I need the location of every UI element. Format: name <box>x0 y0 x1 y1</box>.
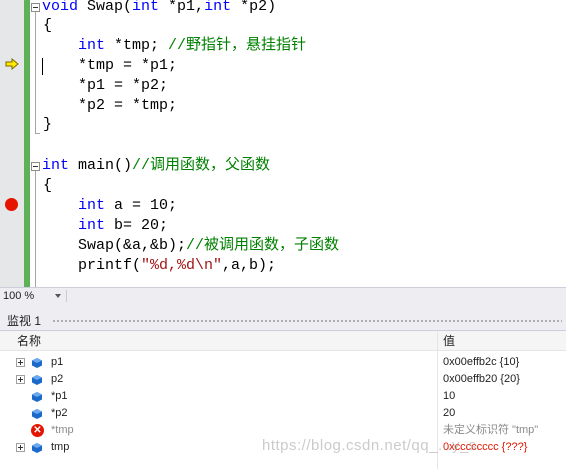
code-line-2: { <box>43 17 53 34</box>
code-line-7: } <box>43 116 53 133</box>
column-header-name[interactable]: 名称 <box>0 331 437 351</box>
zoom-level: 100 % <box>3 290 35 302</box>
watch-row-value: 20 <box>443 407 456 419</box>
code-line-13: Swap(&a,&b);//被调用函数，子函数 <box>78 237 340 254</box>
code-line-4: *tmp = *p1; <box>78 57 178 74</box>
code-area[interactable]: void Swap(int *p1,int *p2) { int *tmp; /… <box>30 0 566 287</box>
text-caret <box>42 58 43 75</box>
watch-row-name: tmp <box>51 441 70 453</box>
watch-row-name: p2 <box>51 373 64 385</box>
code-line-5: *p1 = *p2; <box>78 77 169 94</box>
code-line-12: int b= 20; <box>78 217 169 234</box>
variable-icon <box>32 375 42 385</box>
panel-splitter[interactable] <box>0 304 566 312</box>
watch-row[interactable]: *p2 20 <box>0 405 566 422</box>
watermark: https://blog.csdn.net/qq_...y_s <box>262 437 477 454</box>
watch-row-value: 0x00effb2c {10} <box>443 356 520 368</box>
code-line-14: printf("%d,%d\n",a,b); <box>78 257 277 274</box>
watch-row-value: 10 <box>443 390 456 402</box>
chevron-down-icon <box>55 294 61 298</box>
code-line-11: int a = 10; <box>78 197 178 214</box>
watch-row[interactable]: p2 0x00effb20 {20} <box>0 371 566 388</box>
editor-status-bar: 100 % <box>0 287 566 304</box>
column-header-value[interactable]: 值 <box>438 331 566 351</box>
watch-row-value: 0x00effb20 {20} <box>443 373 520 385</box>
column-header-name-label: 名称 <box>17 334 42 348</box>
collapse-main-icon[interactable] <box>31 162 40 171</box>
current-statement-arrow-icon <box>5 58 19 70</box>
watch-row-name: *p2 <box>51 407 68 419</box>
expand-icon[interactable] <box>16 375 25 384</box>
watch-row-name: *tmp <box>51 424 74 436</box>
expand-icon[interactable] <box>16 443 25 452</box>
fold-guide-end <box>35 133 40 134</box>
fold-guide <box>35 171 36 287</box>
code-editor[interactable]: void Swap(int *p1,int *p2) { int *tmp; /… <box>0 0 566 287</box>
variable-icon <box>32 358 42 368</box>
watch-row[interactable]: p1 0x00effb2c {10} <box>0 354 566 371</box>
zoom-dropdown[interactable]: 100 % <box>3 289 63 303</box>
indicator-margin[interactable] <box>0 0 24 287</box>
expand-icon[interactable] <box>16 358 25 367</box>
watch-panel-title: 监视 1 <box>7 314 42 328</box>
divider <box>66 290 67 302</box>
variable-icon <box>32 392 42 402</box>
code-line-6: *p2 = *tmp; <box>78 97 178 114</box>
code-line-9: int main()//调用函数，父函数 <box>42 157 271 174</box>
watch-panel-header[interactable]: 监视 1 <box>0 312 566 330</box>
column-header-value-label: 值 <box>443 334 456 348</box>
watch-row-name: p1 <box>51 356 64 368</box>
collapse-swap-icon[interactable] <box>31 3 40 12</box>
error-icon: ✕ <box>31 424 44 437</box>
variable-icon <box>32 409 42 419</box>
breakpoint-icon[interactable] <box>5 198 18 211</box>
code-line-3: int *tmp; //野指针，悬挂指针 <box>78 37 307 54</box>
code-line-1: void Swap(int *p1,int *p2) <box>42 0 277 15</box>
drag-grip-icon[interactable] <box>52 319 562 324</box>
watch-row[interactable]: *p1 10 <box>0 388 566 405</box>
fold-guide <box>35 12 36 133</box>
watch-row-name: *p1 <box>51 390 68 402</box>
code-line-10: { <box>43 177 53 194</box>
variable-icon <box>32 443 42 453</box>
